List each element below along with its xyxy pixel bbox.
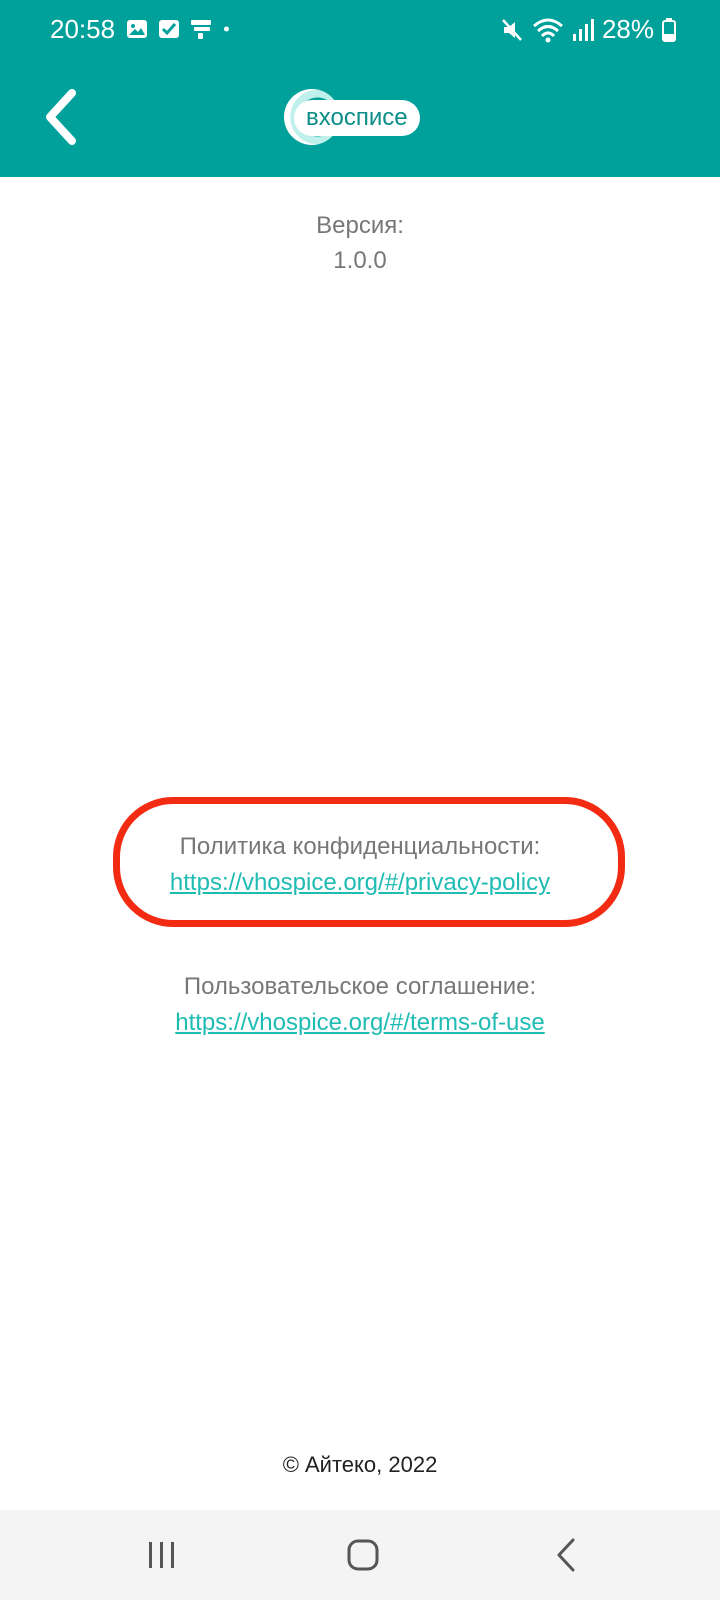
status-bar: 20:58 28% xyxy=(0,0,720,60)
terms-of-use-label: Пользовательское соглашение: xyxy=(183,973,537,1000)
version-value: 1.0.0 xyxy=(333,247,387,274)
signal-icon xyxy=(572,18,594,41)
checkbox-icon xyxy=(159,20,179,38)
terms-of-use-block: Пользовательское соглашение: https://vho… xyxy=(0,973,720,1037)
back-icon xyxy=(557,1538,575,1572)
system-back-button[interactable] xyxy=(536,1532,596,1578)
logo-text: вхосписе xyxy=(294,100,420,136)
screen: 20:58 28% вхосписе Версия: 1.0.0 Политик… xyxy=(0,0,720,1600)
privacy-policy-block: Политика конфиденциальности: https://vho… xyxy=(0,833,720,897)
dot-icon xyxy=(223,26,229,32)
navigation-bar xyxy=(0,1510,720,1600)
terms-of-use-link[interactable]: https://vhospice.org/#/terms-of-use xyxy=(0,1009,720,1037)
back-button[interactable] xyxy=(30,82,90,152)
version-label: Версия: xyxy=(316,212,404,239)
recent-apps-button[interactable] xyxy=(132,1532,192,1578)
gallery-icon xyxy=(127,20,147,38)
chevron-left-icon xyxy=(46,89,76,145)
recent-apps-icon xyxy=(149,1542,174,1568)
wifi-icon xyxy=(532,18,563,42)
mute-icon xyxy=(502,18,522,41)
privacy-policy-label: Политика конфиденциальности: xyxy=(179,833,541,860)
battery-icon xyxy=(662,17,676,42)
app-bar: вхосписе xyxy=(0,60,720,177)
status-time: 20:58 xyxy=(50,14,116,44)
home-icon xyxy=(347,1539,379,1571)
privacy-policy-link[interactable]: https://vhospice.org/#/privacy-policy xyxy=(0,869,720,897)
battery-percent: 28% xyxy=(601,14,654,44)
sim-toolkit-icon xyxy=(191,20,211,39)
app-logo: вхосписе xyxy=(284,87,434,147)
status-notification-icons xyxy=(126,18,236,40)
home-button[interactable] xyxy=(333,1532,393,1578)
status-right: 28% xyxy=(500,14,676,45)
copyright: © Айтеко, 2022 xyxy=(282,1452,438,1477)
